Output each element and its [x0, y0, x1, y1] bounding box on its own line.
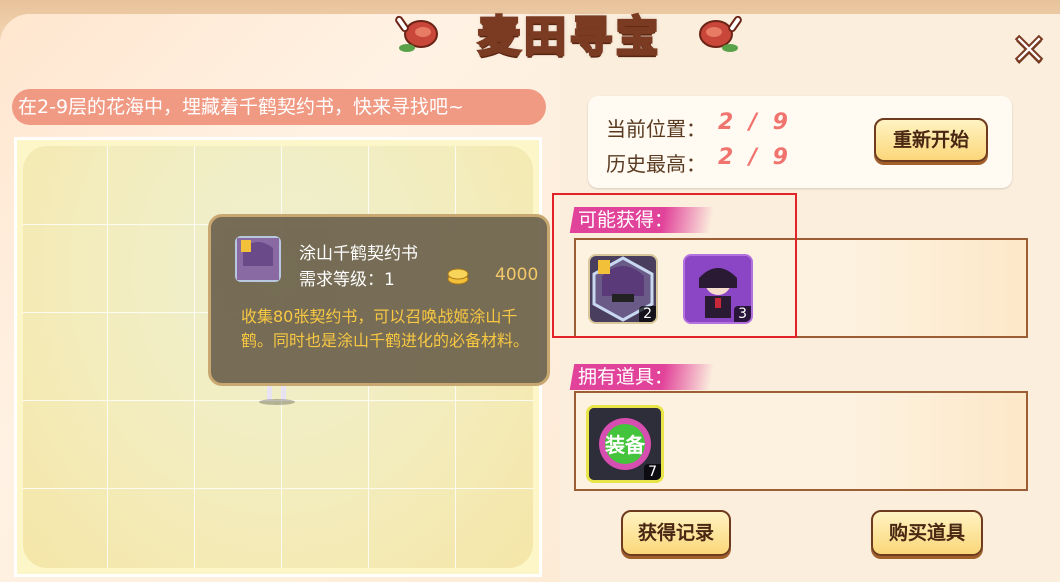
item-tooltip: 涂山千鹤契约书 需求等级：1 4000 收集80张契约书，可以召唤战姬涂山千鹤。…: [208, 214, 550, 386]
close-button[interactable]: ✕: [1008, 28, 1050, 74]
coin-icon: [447, 268, 469, 285]
current-position-label: 当前位置：: [606, 117, 706, 141]
tooltip-item-name: 涂山千鹤契约书: [299, 244, 418, 264]
restart-button[interactable]: 重新开始: [874, 118, 988, 162]
inventory-header: 拥有道具：: [569, 364, 715, 390]
equipment-label: 装备: [604, 433, 646, 457]
item-count: 7: [644, 464, 661, 480]
grid-line: [107, 146, 108, 568]
reward-item-character-card[interactable]: 3: [683, 254, 753, 324]
reward-item-contract-scroll[interactable]: 2: [588, 254, 658, 324]
title-plate: 麦田寻宝: [395, 0, 745, 66]
tooltip-level: 需求等级：1: [299, 270, 395, 290]
item-count: 3: [734, 306, 751, 322]
grid-line: [23, 488, 533, 489]
best-position-value: 2 / 9: [718, 145, 792, 170]
buy-items-button[interactable]: 购买道具: [871, 510, 983, 556]
rewards-header: 可能获得：: [569, 207, 715, 233]
player-character-icon: [259, 384, 295, 405]
inventory-item-equipment[interactable]: 装备 7: [586, 405, 664, 483]
page-title: 麦田寻宝: [476, 10, 662, 62]
tooltip-description: 收集80张契约书，可以召唤战姬涂山千鹤。同时也是涂山千鹤进化的必备材料。: [241, 307, 530, 350]
current-position-value: 2 / 9: [718, 110, 792, 135]
best-position-label: 历史最高：: [606, 152, 706, 176]
hint-banner: 在2-9层的花海中，埋藏着千鹤契约书，快来寻找吧~: [12, 89, 546, 125]
grid-line: [194, 146, 195, 568]
item-count: 2: [639, 306, 656, 322]
contract-scroll-icon: [235, 236, 281, 282]
records-button[interactable]: 获得记录: [621, 510, 731, 556]
meat-icon: [699, 15, 742, 52]
tooltip-price: 4000: [495, 265, 539, 285]
